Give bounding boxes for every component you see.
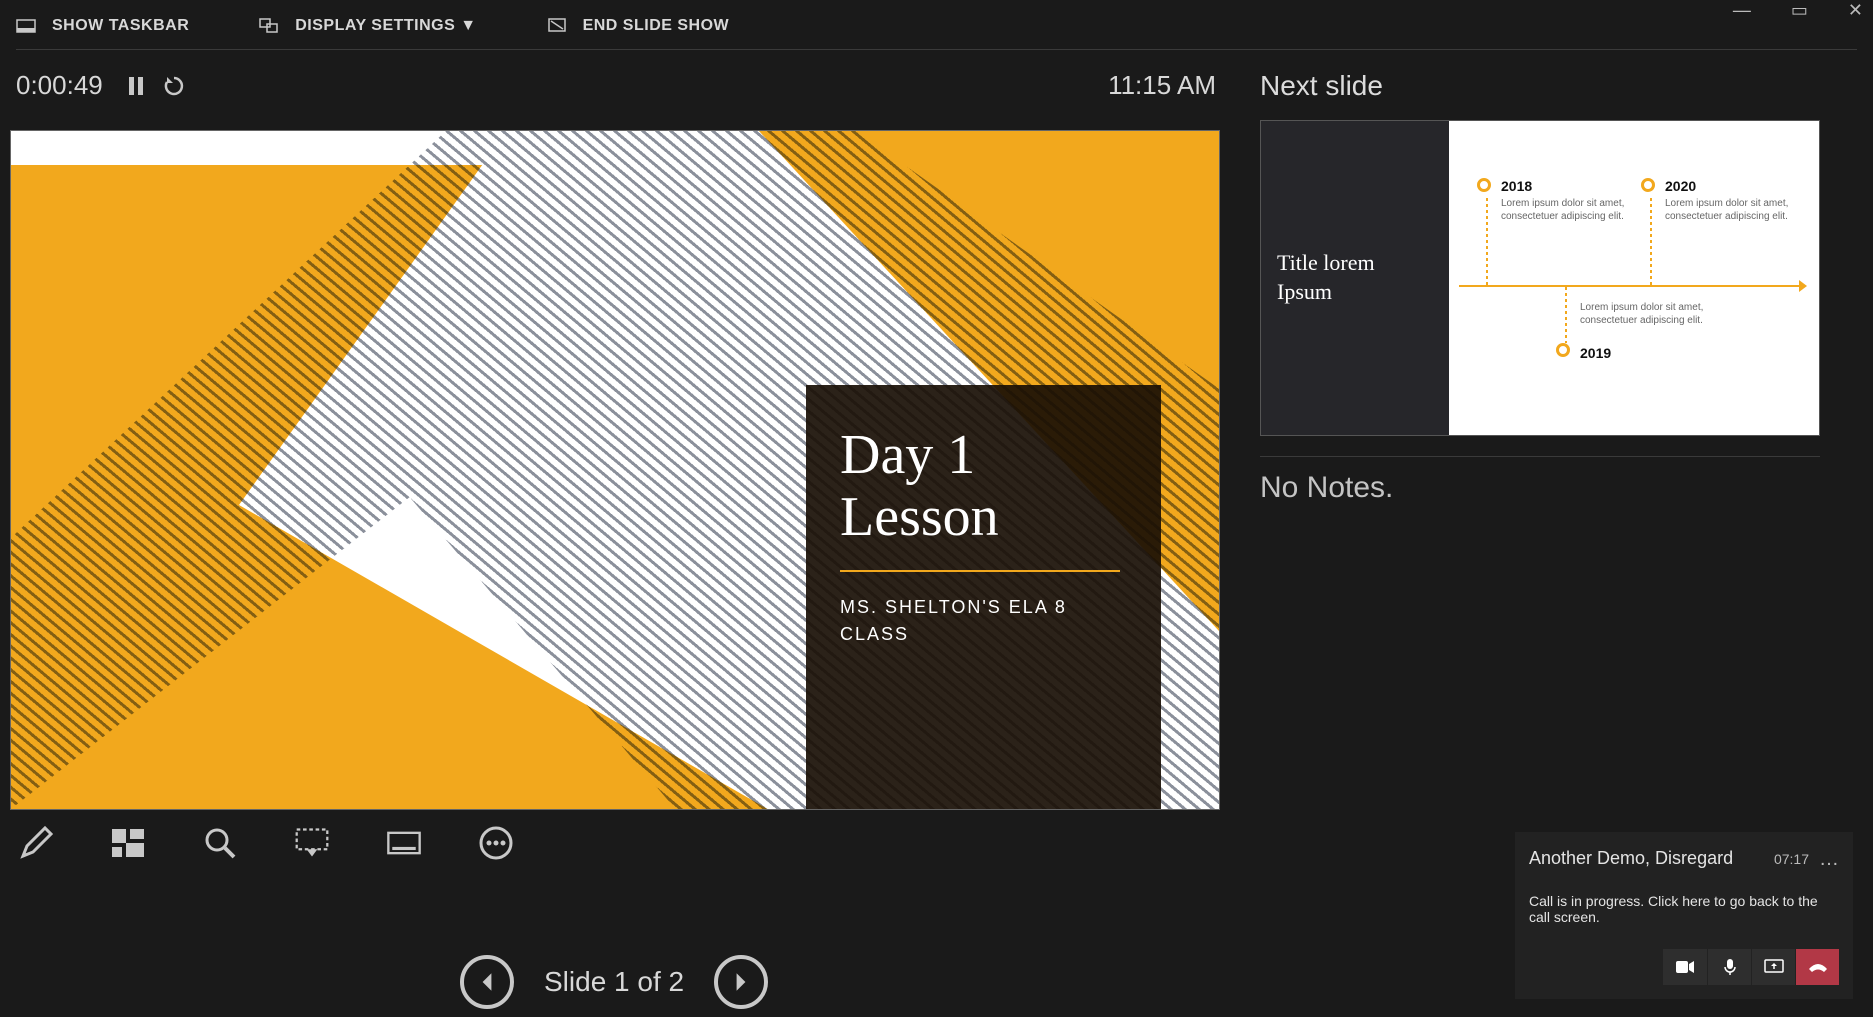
slide-counter: Slide 1 of 2 xyxy=(544,966,684,998)
slide-title: Day 1 Lesson xyxy=(840,425,1127,548)
black-screen-tool[interactable] xyxy=(294,825,330,861)
sidebar-divider xyxy=(1260,456,1820,457)
display-settings-icon xyxy=(259,16,279,36)
current-time: 11:15 AM xyxy=(1108,70,1216,101)
subtitles-tool[interactable] xyxy=(386,825,422,861)
zoom-tool[interactable] xyxy=(202,825,238,861)
presenter-tools xyxy=(18,825,514,861)
slide-graphic: Day 1 Lesson MS. SHELTON'S ELA 8 CLASS xyxy=(11,131,1219,809)
pen-tool[interactable] xyxy=(18,825,54,861)
teams-call-overlay: Another Demo, Disregard 07:17 … Call is … xyxy=(1515,832,1853,999)
call-return-link[interactable]: Call is in progress. Click here to go ba… xyxy=(1529,893,1839,925)
current-slide-preview[interactable]: Day 1 Lesson MS. SHELTON'S ELA 8 CLASS xyxy=(10,130,1220,810)
elapsed-time: 0:00:49 xyxy=(16,70,103,101)
show-taskbar-button[interactable]: SHOW TASKBAR xyxy=(16,16,189,36)
call-title: Another Demo, Disregard xyxy=(1529,848,1764,869)
next-slide-button[interactable] xyxy=(714,955,768,1009)
share-screen-button[interactable] xyxy=(1751,949,1795,985)
top-toolbar: SHOW TASKBAR DISPLAY SETTINGS ▼ END SLID… xyxy=(16,10,1857,50)
call-controls xyxy=(1529,949,1839,985)
hangup-button[interactable] xyxy=(1795,949,1839,985)
overlay-minimize[interactable]: … xyxy=(1819,856,1839,862)
restart-button[interactable] xyxy=(163,75,185,97)
end-slideshow-icon xyxy=(547,16,567,36)
taskbar-icon xyxy=(16,16,36,36)
end-slideshow-label: END SLIDE SHOW xyxy=(583,17,730,35)
slide-divider xyxy=(840,570,1120,572)
pause-button[interactable] xyxy=(127,75,145,97)
next-slide-title: Title lorem Ipsum xyxy=(1261,121,1449,435)
call-duration: 07:17 xyxy=(1774,851,1809,867)
notes-area: No Notes. xyxy=(1260,471,1857,505)
next-slide-thumbnail[interactable]: Title lorem Ipsum 2018 Lorem ipsum dolor… xyxy=(1260,120,1820,436)
slide-subtitle: MS. SHELTON'S ELA 8 CLASS xyxy=(840,594,1127,648)
end-slideshow-button[interactable]: END SLIDE SHOW xyxy=(547,16,730,36)
timer-row: 0:00:49 11:15 AM xyxy=(16,70,1216,101)
camera-button[interactable] xyxy=(1663,949,1707,985)
previous-slide-button[interactable] xyxy=(460,955,514,1009)
display-settings-label: DISPLAY SETTINGS ▼ xyxy=(295,17,476,35)
more-options[interactable] xyxy=(478,825,514,861)
show-taskbar-label: SHOW TASKBAR xyxy=(52,17,189,35)
see-all-slides[interactable] xyxy=(110,825,146,861)
microphone-button[interactable] xyxy=(1707,949,1751,985)
slide-navigation: Slide 1 of 2 xyxy=(460,955,768,1009)
next-slide-heading: Next slide xyxy=(1260,70,1857,102)
next-slide-graphic: 2018 Lorem ipsum dolor sit amet, consect… xyxy=(1449,121,1819,435)
display-settings-button[interactable]: DISPLAY SETTINGS ▼ xyxy=(259,16,476,36)
